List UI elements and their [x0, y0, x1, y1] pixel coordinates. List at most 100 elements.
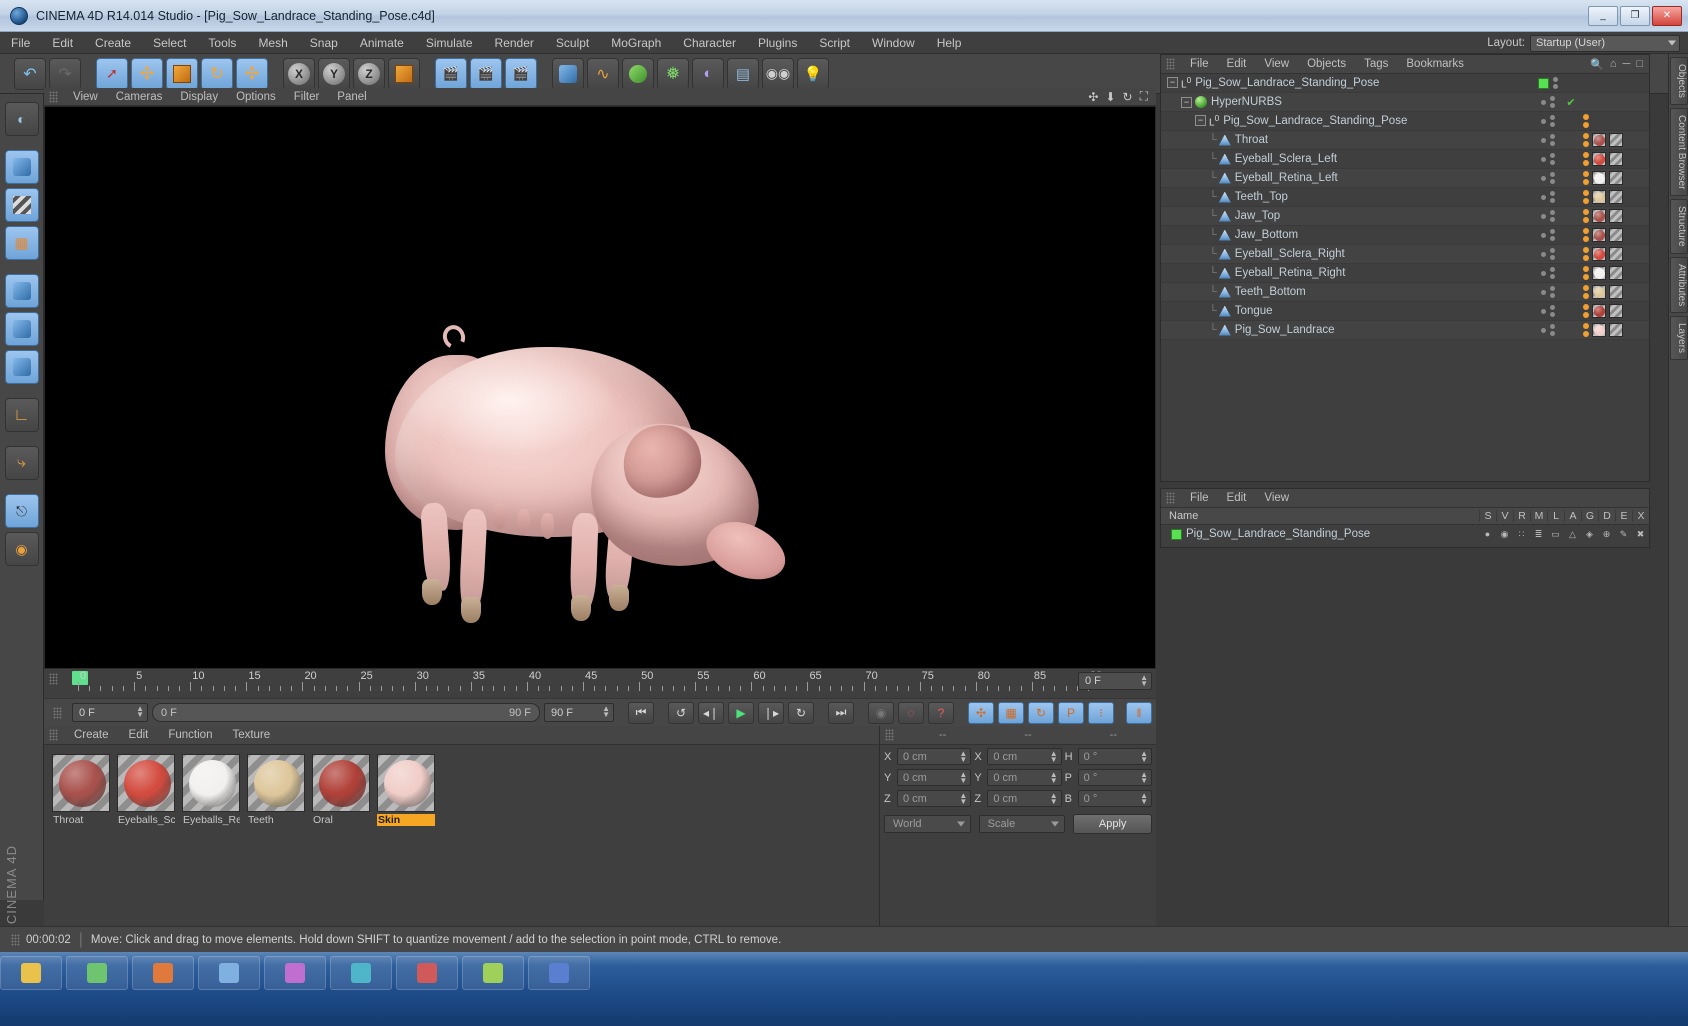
- texture-tag-icon[interactable]: [1609, 304, 1623, 318]
- polygons-mode-button[interactable]: [4, 350, 39, 384]
- close-icon[interactable]: □: [1636, 58, 1643, 71]
- editor-visibility-dot[interactable]: [1541, 194, 1546, 200]
- maximize-view-icon[interactable]: ⛶: [1140, 89, 1148, 104]
- spinner-icon[interactable]: ▲ ▼: [1140, 674, 1148, 688]
- visibility-dots-group[interactable]: [1533, 96, 1563, 108]
- material-tag-icon[interactable]: [1592, 285, 1606, 299]
- dock-tab-attributes[interactable]: Attributes: [1670, 256, 1688, 314]
- lock-y-axis-button[interactable]: Y: [318, 57, 350, 90]
- tag-group[interactable]: [1579, 323, 1649, 337]
- coord-size-x-field[interactable]: 0 cm ▲ ▼: [987, 748, 1062, 765]
- material-item[interactable]: Oral: [312, 754, 370, 826]
- layer-row[interactable]: Pig_Sow_Landrace_Standing_Pose ● ◉ ∷ ≣ ▭ △ ◈ ⊕ ✎ ✖: [1161, 525, 1649, 543]
- menu-item-character[interactable]: Character: [672, 32, 747, 54]
- layer-column-x[interactable]: X: [1632, 510, 1649, 522]
- layer-column-l[interactable]: L: [1547, 510, 1564, 522]
- tag-group[interactable]: [1579, 209, 1649, 223]
- layer-toggle-e[interactable]: ✎: [1615, 529, 1632, 540]
- object-row[interactable]: − HyperNURBS ✔: [1161, 93, 1649, 112]
- tag-group[interactable]: [1579, 228, 1649, 242]
- texture-tag-icon[interactable]: [1609, 133, 1623, 147]
- object-menu-view[interactable]: View: [1255, 55, 1298, 74]
- editor-visibility-dot[interactable]: [1541, 137, 1546, 143]
- layer-column-v[interactable]: V: [1496, 510, 1513, 522]
- menu-item-render[interactable]: Render: [484, 32, 545, 54]
- timeline-toggle-button[interactable]: ‖: [1126, 701, 1152, 724]
- home-icon[interactable]: ⌂: [1610, 58, 1617, 71]
- layer-menu-view[interactable]: View: [1255, 489, 1298, 508]
- lock-axis-button[interactable]: ◉: [4, 532, 39, 566]
- selection-tool-button[interactable]: ➚: [96, 57, 128, 90]
- object-name[interactable]: Teeth_Top: [1235, 191, 1288, 203]
- material-thumbnail[interactable]: [377, 754, 435, 812]
- material-label[interactable]: Eyeballs_Sc: [117, 814, 175, 826]
- tree-expander-icon[interactable]: −: [1167, 77, 1178, 89]
- panel-grip-icon[interactable]: [1166, 492, 1175, 504]
- render-visibility-dots[interactable]: [1550, 324, 1555, 336]
- render-visibility-dots[interactable]: [1550, 305, 1555, 317]
- current-frame-field[interactable]: 0 F ▲ ▼: [1078, 672, 1152, 690]
- material-tag-icon[interactable]: [1592, 304, 1606, 318]
- coord-rotation-h-field[interactable]: 0 ° ▲ ▼: [1077, 748, 1152, 765]
- editor-visibility-dot[interactable]: [1541, 270, 1546, 276]
- object-row[interactable]: └ Throat: [1161, 131, 1649, 150]
- render-visibility-dots[interactable]: [1550, 191, 1555, 203]
- layer-column-d[interactable]: D: [1598, 510, 1615, 522]
- layer-toggle-r[interactable]: ∷: [1513, 529, 1530, 540]
- add-environment-button[interactable]: ▤: [727, 57, 759, 90]
- visibility-dots-group[interactable]: [1533, 153, 1563, 165]
- phong-tag-icon[interactable]: [1583, 247, 1589, 261]
- layer-menu-file[interactable]: File: [1181, 489, 1218, 508]
- spinner-icon[interactable]: ▲ ▼: [959, 750, 967, 764]
- tag-group[interactable]: [1579, 152, 1649, 166]
- taskbar-item[interactable]: [66, 956, 128, 990]
- close-button[interactable]: ✕: [1652, 5, 1682, 26]
- coord-position-y-field[interactable]: 0 cm ▲ ▼: [897, 769, 972, 786]
- play-button[interactable]: ▶: [728, 701, 754, 724]
- menu-item-plugins[interactable]: Plugins: [747, 32, 808, 54]
- spinner-icon[interactable]: ▲ ▼: [1140, 792, 1148, 806]
- record-active-objects-button[interactable]: ◉: [868, 701, 894, 724]
- phong-tag-icon[interactable]: [1583, 152, 1589, 166]
- object-name[interactable]: Pig_Sow_Landrace_Standing_Pose: [1223, 115, 1407, 127]
- editor-visibility-dot[interactable]: [1541, 289, 1546, 295]
- move-axis-button[interactable]: ✣: [236, 57, 268, 90]
- menu-item-snap[interactable]: Snap: [299, 32, 349, 54]
- texture-tag-icon[interactable]: [1609, 228, 1623, 242]
- taskbar-item[interactable]: [330, 956, 392, 990]
- move-tool-button[interactable]: ✣: [131, 57, 163, 90]
- menu-item-script[interactable]: Script: [808, 32, 861, 54]
- visibility-dots-group[interactable]: [1533, 172, 1563, 184]
- end-frame-field[interactable]: 90 F ▲ ▼: [544, 703, 614, 722]
- material-label[interactable]: Skin: [377, 814, 435, 826]
- spinner-icon[interactable]: ▲ ▼: [959, 771, 967, 785]
- menu-item-mograph[interactable]: MoGraph: [600, 32, 672, 54]
- layer-toggle-x[interactable]: ✖: [1632, 529, 1649, 540]
- render-visibility-dots[interactable]: [1550, 248, 1555, 260]
- rotate-tool-button[interactable]: ↻: [201, 57, 233, 90]
- add-light-button[interactable]: 💡: [797, 57, 829, 90]
- keyframe-selection-button[interactable]: ?: [928, 701, 954, 724]
- material-tag-icon[interactable]: [1592, 190, 1606, 204]
- dock-tab-structure[interactable]: Structure: [1670, 199, 1688, 254]
- object-name[interactable]: Eyeball_Sclera_Right: [1235, 248, 1345, 260]
- taskbar-item[interactable]: [528, 956, 590, 990]
- object-name[interactable]: Throat: [1235, 134, 1268, 146]
- object-row[interactable]: └ Eyeball_Sclera_Right: [1161, 245, 1649, 264]
- tag-group[interactable]: [1579, 114, 1649, 128]
- material-label[interactable]: Oral: [312, 814, 370, 826]
- object-menu-objects[interactable]: Objects: [1298, 55, 1355, 74]
- points-mode-button[interactable]: [4, 274, 39, 308]
- spinner-icon[interactable]: ▲ ▼: [136, 705, 144, 719]
- editor-visibility-dot[interactable]: [1541, 175, 1546, 181]
- material-menu-create[interactable]: Create: [64, 726, 119, 745]
- tag-group[interactable]: [1579, 190, 1649, 204]
- rotate-icon[interactable]: ↻: [1123, 90, 1133, 104]
- material-thumbnail[interactable]: [117, 754, 175, 812]
- layer-column-g[interactable]: G: [1581, 510, 1598, 522]
- render-visibility-dots[interactable]: [1550, 115, 1555, 127]
- undo-view-button[interactable]: ◐: [4, 102, 39, 136]
- object-name[interactable]: Jaw_Bottom: [1235, 229, 1298, 241]
- phong-tag-icon[interactable]: [1583, 323, 1589, 337]
- material-thumbnail[interactable]: [247, 754, 305, 812]
